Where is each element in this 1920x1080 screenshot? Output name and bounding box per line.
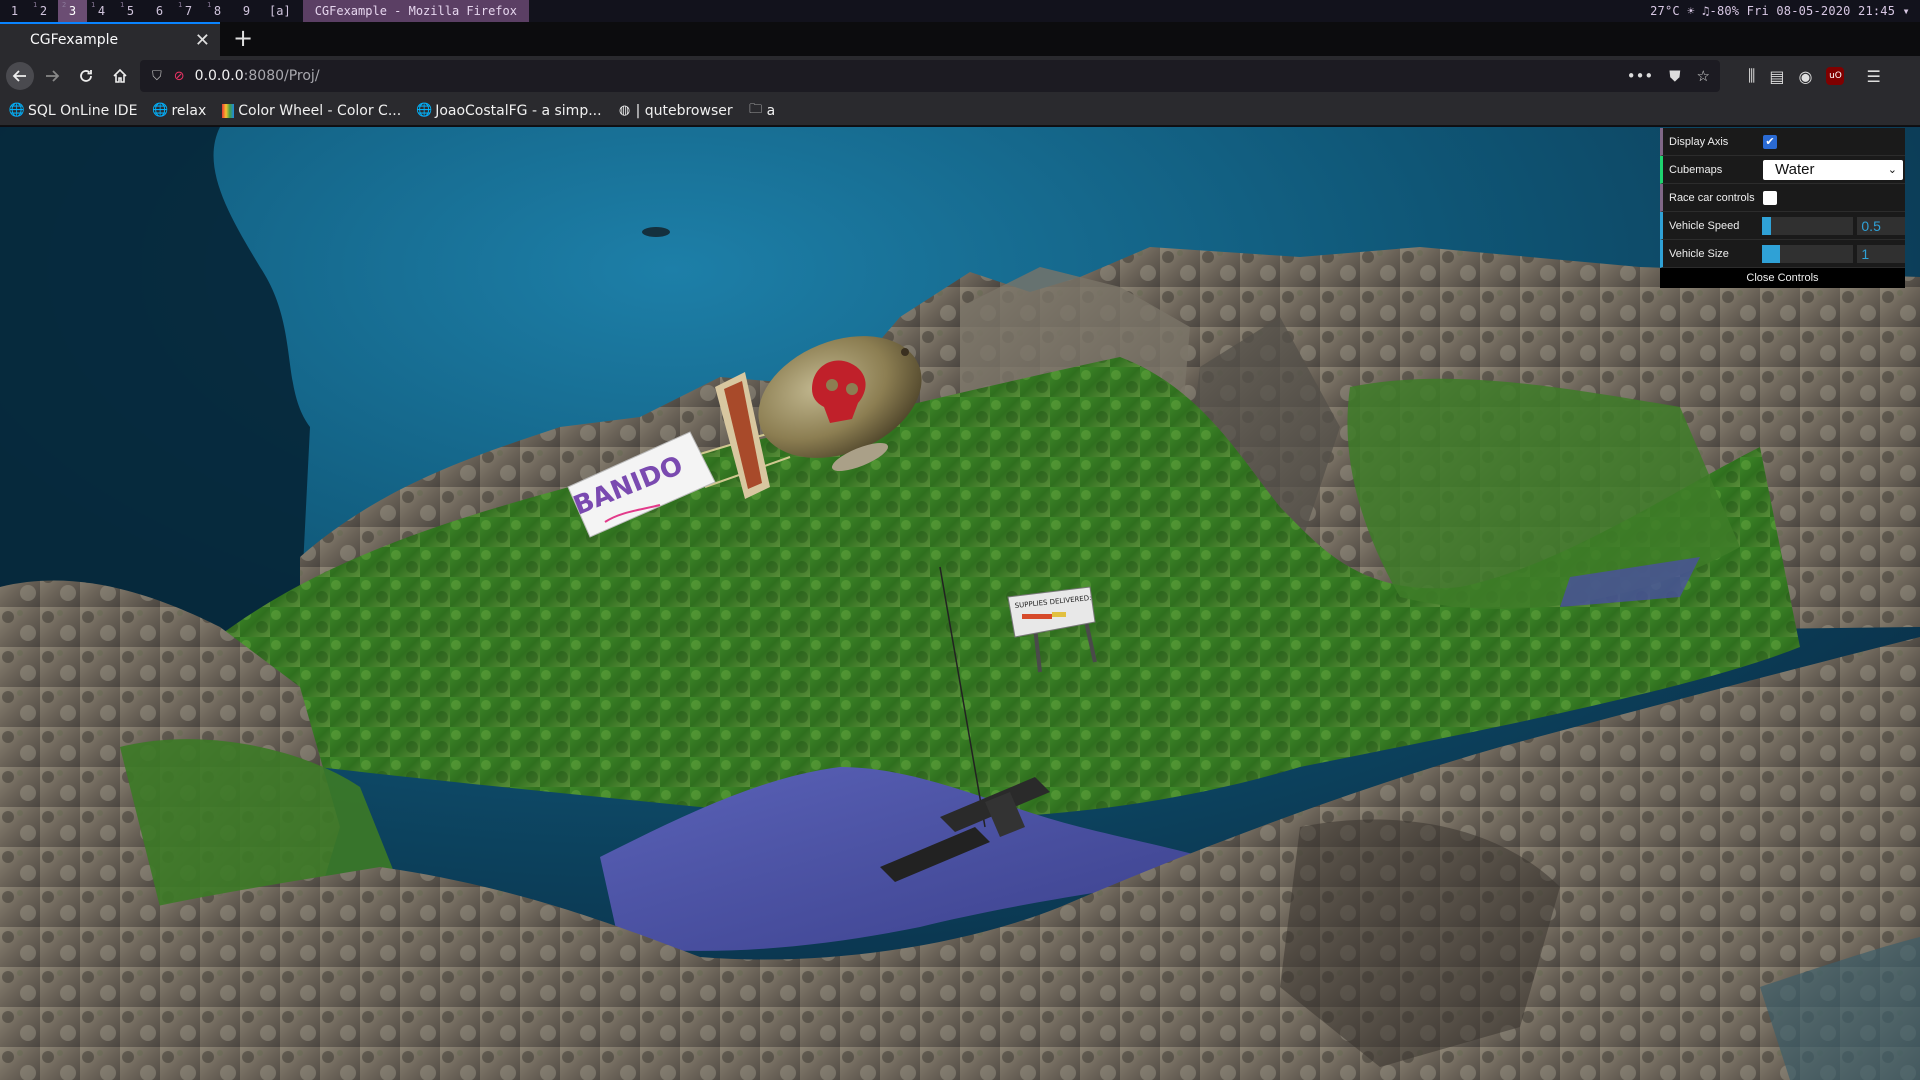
bookmark-label: relax [171, 102, 207, 119]
vehicle-speed-fill [1762, 216, 1772, 235]
bookmark-item[interactable]: 🗀 a [749, 101, 776, 119]
cubemaps-select[interactable]: Water ⌄ [1763, 159, 1903, 180]
workspace-3[interactable]: 32 [58, 0, 87, 22]
tab-bar: CGFexample ✕ + [0, 22, 1920, 56]
display-axis-row[interactable]: Display Axis ✔ [1660, 128, 1905, 156]
bookmark-item[interactable]: Color Wheel - Color C... [222, 103, 401, 119]
ublock-origin-icon[interactable]: uO [1826, 67, 1845, 85]
workspace-9[interactable]: 9 [232, 0, 261, 22]
bookmark-star-icon[interactable]: ☆ [1697, 67, 1710, 85]
qutebrowser-icon: ◍ [618, 103, 631, 118]
tab-title: CGFexample [30, 32, 119, 48]
display-axis-label: Display Axis [1669, 135, 1729, 148]
navigation-bar: ⛉ ⊘ 0.0.0.0:8080/Proj/ ••• ⛊ ☆ ⫼ ▤ ◉ uO … [0, 56, 1920, 96]
bookmark-label: SQL OnLine IDE [28, 102, 138, 119]
race-car-label: Race car controls [1669, 191, 1755, 204]
url-host: 0.0.0.0 [194, 68, 244, 84]
close-tab-icon[interactable]: ✕ [195, 30, 210, 51]
display-axis-checkbox[interactable]: ✔ [1763, 134, 1777, 149]
bookmark-item[interactable]: 🌐 JoaoCostalFG - a simp... [416, 102, 602, 119]
account-icon[interactable]: ◉ [1799, 67, 1813, 86]
arrow-right-icon [46, 70, 60, 82]
toolbar-right: ⫼ ▤ ◉ uO ☰ [1748, 60, 1881, 92]
pocket-icon[interactable]: ⛊ [1669, 67, 1680, 85]
reload-button[interactable] [70, 60, 102, 92]
bookmark-label: Color Wheel - Color C... [238, 102, 402, 119]
home-icon [113, 68, 127, 83]
insecure-connection-icon[interactable]: ⊘ [174, 69, 185, 84]
vehicle-speed-input[interactable]: 0.5 [1857, 216, 1906, 235]
globe-icon: 🌐 [416, 103, 433, 118]
globe-icon: 🌐 [8, 103, 26, 118]
controls-panel: Display Axis ✔ Cubemaps Water ⌄ Race car… [1660, 128, 1906, 288]
cubemaps-row: Cubemaps Water ⌄ [1660, 156, 1905, 184]
vehicle-size-row: Vehicle Size 1 [1660, 240, 1906, 268]
globe-icon: 🌐 [152, 103, 169, 118]
workspace-2[interactable]: 21 [29, 0, 58, 22]
workspace-window-count: 1 [91, 1, 96, 9]
webgl-canvas[interactable]: SUPPLIES DELIVERED: BANIDO [0, 127, 1920, 1080]
vehicle-speed-slider[interactable] [1762, 216, 1854, 235]
url-actions: ••• ⛊ ☆ [1627, 67, 1720, 85]
arrow-left-icon [12, 70, 26, 82]
workspace-window-count: 1 [33, 1, 38, 9]
bookmark-label: a [766, 102, 776, 119]
race-car-checkbox[interactable] [1763, 190, 1777, 205]
workspace-window-count: 2 [62, 1, 67, 9]
color-wheel-icon [222, 103, 235, 118]
forward-button[interactable] [36, 60, 68, 92]
vehicle-size-fill [1762, 244, 1781, 263]
new-tab-button[interactable]: + [230, 26, 256, 52]
bookmark-item[interactable]: 🌐 relax [152, 102, 207, 119]
window-manager-bar: 121324151671819 [a] CGFexample - Mozilla… [0, 0, 1920, 22]
bookmarks-toolbar: 🌐 SQL OnLine IDE 🌐 relax Color Wheel - Color… [0, 96, 1920, 126]
page-actions-icon[interactable]: ••• [1627, 67, 1654, 85]
url-path: :8080/Proj/ [243, 68, 320, 84]
close-controls-button[interactable]: Close Controls [1660, 268, 1905, 288]
vehicle-size-slider[interactable] [1762, 244, 1854, 263]
scene-render: SUPPLIES DELIVERED: BANIDO [0, 127, 1920, 1080]
workspace-7[interactable]: 71 [174, 0, 203, 22]
system-status: 27°C ☀ ♫-80% Fri 08-05-2020 21:45 ▾ [1650, 4, 1910, 18]
url-bar[interactable]: ⛉ ⊘ 0.0.0.0:8080/Proj/ ••• ⛊ ☆ [140, 60, 1720, 92]
workspace-extra[interactable]: [a] [261, 4, 299, 18]
bookmark-item[interactable]: ◍ | qutebrowser [618, 103, 733, 119]
vehicle-size-label: Vehicle Size [1669, 247, 1729, 260]
vehicle-speed-row: Vehicle Speed 0.5 [1660, 212, 1906, 240]
cubemaps-value: Water [1775, 161, 1815, 178]
reload-icon [80, 70, 92, 82]
workspace-6[interactable]: 6 [145, 0, 174, 22]
sidebar-icon[interactable]: ▤ [1769, 67, 1784, 86]
workspace-window-count: 1 [178, 1, 183, 9]
folder-icon: 🗀 [749, 101, 763, 117]
race-car-row[interactable]: Race car controls [1660, 184, 1905, 212]
chevron-down-icon: ⌄ [1887, 164, 1897, 176]
menu-icon[interactable]: ☰ [1866, 67, 1880, 86]
back-button[interactable] [6, 62, 34, 90]
workspace-window-count: 1 [120, 1, 125, 9]
workspace-4[interactable]: 41 [87, 0, 116, 22]
tab-cgfexample[interactable]: CGFexample ✕ [0, 22, 220, 56]
home-button[interactable] [104, 60, 136, 92]
tracking-shield-icon[interactable]: ⛉ [152, 69, 162, 84]
workspace-1[interactable]: 1 [0, 0, 29, 22]
bookmark-item[interactable]: 🌐 SQL OnLine IDE [8, 102, 138, 119]
url-text[interactable]: 0.0.0.0:8080/Proj/ [195, 68, 320, 84]
workspace-5[interactable]: 51 [116, 0, 145, 22]
cubemaps-label: Cubemaps [1669, 163, 1723, 176]
library-icon[interactable]: ⫼ [1748, 66, 1755, 86]
vehicle-speed-label: Vehicle Speed [1669, 219, 1740, 232]
vehicle-size-input[interactable]: 1 [1857, 244, 1906, 263]
window-title: CGFexample - Mozilla Firefox [302, 0, 529, 22]
workspace-8[interactable]: 81 [203, 0, 232, 22]
workspace-list: 121324151671819 [0, 0, 261, 22]
bookmark-label: JoaoCostalFG - a simp... [435, 102, 602, 119]
bookmark-label: | qutebrowser [635, 102, 733, 119]
workspace-window-count: 1 [207, 1, 212, 9]
